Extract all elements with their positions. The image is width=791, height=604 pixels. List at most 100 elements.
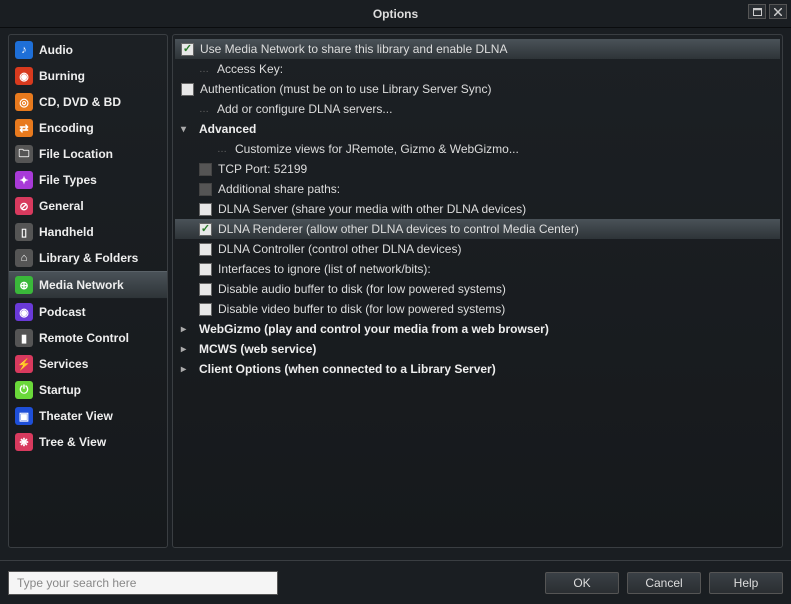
general-icon: ⊘ [15, 197, 33, 215]
option-label: WebGizmo (play and control your media fr… [199, 322, 549, 336]
option-label: MCWS (web service) [199, 342, 316, 356]
startup-icon: ⏻ [15, 381, 33, 399]
option-row[interactable]: ▸ WebGizmo (play and control your media f… [175, 319, 780, 339]
option-label: TCP Port: 52199 [218, 162, 307, 176]
checkbox[interactable] [181, 83, 194, 96]
ok-button[interactable]: OK [545, 572, 619, 594]
sidebar-item-cd-dvd-bd[interactable]: ◎CD, DVD & BD [9, 89, 167, 115]
sidebar-item-label: Tree & View [39, 435, 106, 449]
sidebar-item-label: Handheld [39, 225, 94, 239]
theater-view-icon: ▣ [15, 407, 33, 425]
checkbox[interactable] [199, 283, 212, 296]
sidebar-item-label: Burning [39, 69, 85, 83]
sidebar-item-tree-view[interactable]: ❋ Tree & View [9, 429, 167, 455]
window-title: Options [373, 7, 418, 21]
option-row[interactable]: Interfaces to ignore (list of network/bi… [175, 259, 780, 279]
option-row[interactable]: TCP Port: 52199 [175, 159, 780, 179]
chevron-down-icon: ▾ [181, 124, 193, 135]
sidebar-item-remote-control[interactable]: ▮Remote Control [9, 325, 167, 351]
option-row[interactable]: Use Media Network to share this library … [175, 39, 780, 59]
option-label: Client Options (when connected to a Libr… [199, 362, 496, 376]
remote-control-icon: ▮ [15, 329, 33, 347]
sidebar-item-encoding[interactable]: ⇄Encoding [9, 115, 167, 141]
podcast-icon: ◉ [15, 303, 33, 321]
option-label: Add or configure DLNA servers... [217, 102, 392, 116]
sidebar-item-label: Podcast [39, 305, 86, 319]
sidebar-item-label: Startup [39, 383, 81, 397]
option-row[interactable]: ▸Client Options (when connected to a Lib… [175, 359, 780, 379]
option-label: Authentication (must be on to use Librar… [200, 82, 491, 96]
checkbox[interactable] [199, 203, 212, 216]
option-label: Customize views for JRemote, Gizmo & Web… [235, 142, 519, 156]
option-row[interactable]: DLNA Renderer (allow other DLNA devices … [175, 219, 780, 239]
option-row[interactable]: …Customize views for JRemote, Gizmo & We… [175, 139, 780, 159]
sidebar-item-handheld[interactable]: ▯Handheld [9, 219, 167, 245]
library-folders-icon: ⌂ [15, 249, 33, 267]
option-label: Additional share paths: [218, 182, 340, 196]
cancel-button[interactable]: Cancel [627, 572, 701, 594]
checkbox[interactable] [199, 243, 212, 256]
titlebar: Options [0, 0, 791, 28]
sidebar-item-file-location[interactable]: 🗀 File Location [9, 141, 167, 167]
option-row[interactable]: DLNA Server (share your media with other… [175, 199, 780, 219]
option-label: DLNA Renderer (allow other DLNA devices … [218, 222, 579, 236]
checkbox[interactable] [199, 183, 212, 196]
file-location-icon: 🗀 [15, 145, 33, 163]
chevron-right-icon: ▸ [181, 344, 193, 355]
sidebar-item-burning[interactable]: ◉ Burning [9, 63, 167, 89]
maximize-button[interactable] [748, 4, 766, 19]
sidebar-item-label: Audio [39, 43, 73, 57]
audio-icon: ♪ [15, 41, 33, 59]
option-label: Use Media Network to share this library … [200, 42, 507, 56]
option-row[interactable]: ▾ Advanced [175, 119, 780, 139]
checkbox[interactable] [199, 303, 212, 316]
footer: OK Cancel Help [0, 560, 791, 604]
content-panel: Use Media Network to share this library … [172, 34, 783, 548]
sidebar-item-label: Media Network [39, 278, 124, 292]
sidebar-item-general[interactable]: ⊘ General [9, 193, 167, 219]
tree-view-icon: ❋ [15, 433, 33, 451]
sidebar-item-startup[interactable]: ⏻ Startup [9, 377, 167, 403]
main-area: ♪ Audio ◉ Burning ◎CD, DVD & BD⇄Encoding 🗀 Fil… [0, 28, 791, 550]
option-label: Disable audio buffer to disk (for low po… [218, 282, 506, 296]
checkbox[interactable] [199, 263, 212, 276]
encoding-icon: ⇄ [15, 119, 33, 137]
option-row[interactable]: Disable video buffer to disk (for low po… [175, 299, 780, 319]
sidebar-item-label: File Location [39, 147, 113, 161]
chevron-right-icon: ▸ [181, 324, 193, 335]
titlebar-buttons [748, 4, 787, 19]
option-row[interactable]: DLNA Controller (control other DLNA devi… [175, 239, 780, 259]
burning-icon: ◉ [15, 67, 33, 85]
services-icon: ⚡ [15, 355, 33, 373]
checkbox[interactable] [199, 163, 212, 176]
option-row[interactable]: Additional share paths: [175, 179, 780, 199]
option-row[interactable]: … Add or configure DLNA servers... [175, 99, 780, 119]
sidebar-item-theater-view[interactable]: ▣Theater View [9, 403, 167, 429]
sidebar-item-audio[interactable]: ♪ Audio [9, 37, 167, 63]
sidebar-item-library-folders[interactable]: ⌂ Library & Folders [9, 245, 167, 271]
option-label: Disable video buffer to disk (for low po… [218, 302, 505, 316]
sidebar-item-label: Library & Folders [39, 251, 138, 265]
checkbox[interactable] [199, 223, 212, 236]
option-row[interactable]: Authentication (must be on to use Librar… [175, 79, 780, 99]
sidebar-item-label: File Types [39, 173, 97, 187]
option-label: Advanced [199, 122, 256, 136]
option-label: Interfaces to ignore (list of network/bi… [218, 262, 431, 276]
sidebar-item-services[interactable]: ⚡Services [9, 351, 167, 377]
cd-dvd-bd-icon: ◎ [15, 93, 33, 111]
option-row[interactable]: ▸ MCWS (web service) [175, 339, 780, 359]
sidebar-item-podcast[interactable]: ◉ Podcast [9, 299, 167, 325]
sidebar-item-label: General [39, 199, 84, 213]
ellipsis-icon: … [199, 104, 211, 115]
media-network-icon: ⊕ [15, 276, 33, 294]
option-row[interactable]: …Access Key: [175, 59, 780, 79]
option-row[interactable]: Disable audio buffer to disk (for low po… [175, 279, 780, 299]
close-button[interactable] [769, 4, 787, 19]
sidebar-item-file-types[interactable]: ✦File Types [9, 167, 167, 193]
help-button[interactable]: Help [709, 572, 783, 594]
sidebar: ♪ Audio ◉ Burning ◎CD, DVD & BD⇄Encoding 🗀 Fil… [8, 34, 168, 548]
ellipsis-icon: … [199, 64, 211, 75]
sidebar-item-media-network[interactable]: ⊕ Media Network [9, 271, 167, 299]
checkbox[interactable] [181, 43, 194, 56]
search-input[interactable] [8, 571, 278, 595]
